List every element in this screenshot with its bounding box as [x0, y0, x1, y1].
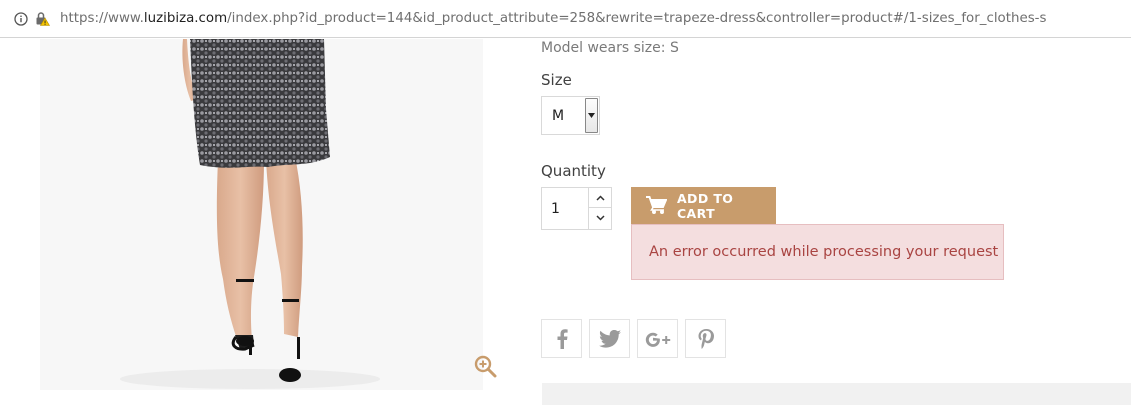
size-dropdown-arrow[interactable]	[585, 98, 598, 133]
share-facebook-button[interactable]	[541, 319, 582, 358]
size-label: Size	[541, 71, 572, 89]
shopping-cart-icon	[646, 196, 667, 214]
model-size-note: Model wears size: S	[541, 40, 679, 56]
size-select[interactable]: M	[541, 96, 600, 135]
info-icon[interactable]	[14, 11, 28, 26]
add-to-cart-label: ADD TO CART	[676, 190, 734, 221]
product-tabs-panel	[542, 383, 1131, 405]
google-plus-icon	[645, 332, 670, 347]
quantity-spinner	[588, 188, 611, 229]
add-to-cart-button[interactable]: ADD TO CART	[631, 187, 776, 224]
pinterest-icon	[698, 328, 714, 349]
address-bar[interactable]: https://www.luzibiza.com/index.php?id_pr…	[0, 0, 1131, 38]
quantity-input[interactable]: 1	[542, 188, 589, 229]
url-text[interactable]: https://www.luzibiza.com/index.php?id_pr…	[60, 11, 1047, 26]
share-pinterest-button[interactable]	[685, 319, 726, 358]
product-photo	[40, 39, 483, 390]
lock-warning-icon[interactable]	[35, 11, 50, 26]
zoom-in-icon[interactable]	[473, 354, 497, 378]
facebook-icon	[557, 328, 568, 349]
chevron-down-icon	[595, 215, 605, 221]
size-selected-value: M	[552, 107, 565, 124]
twitter-icon	[598, 329, 621, 348]
quantity-label: Quantity	[541, 162, 606, 180]
share-twitter-button[interactable]	[589, 319, 630, 358]
caret-down-icon	[588, 113, 595, 118]
quantity-increment-button[interactable]	[589, 188, 611, 208]
quantity-stepper: 1	[541, 187, 612, 230]
share-google-plus-button[interactable]	[637, 319, 678, 358]
error-message: An error occurred while processing your …	[649, 244, 999, 260]
chevron-up-icon	[595, 194, 605, 201]
quantity-decrement-button[interactable]	[589, 208, 611, 228]
product-image[interactable]	[40, 39, 483, 390]
error-alert: An error occurred while processing your …	[631, 224, 1004, 280]
